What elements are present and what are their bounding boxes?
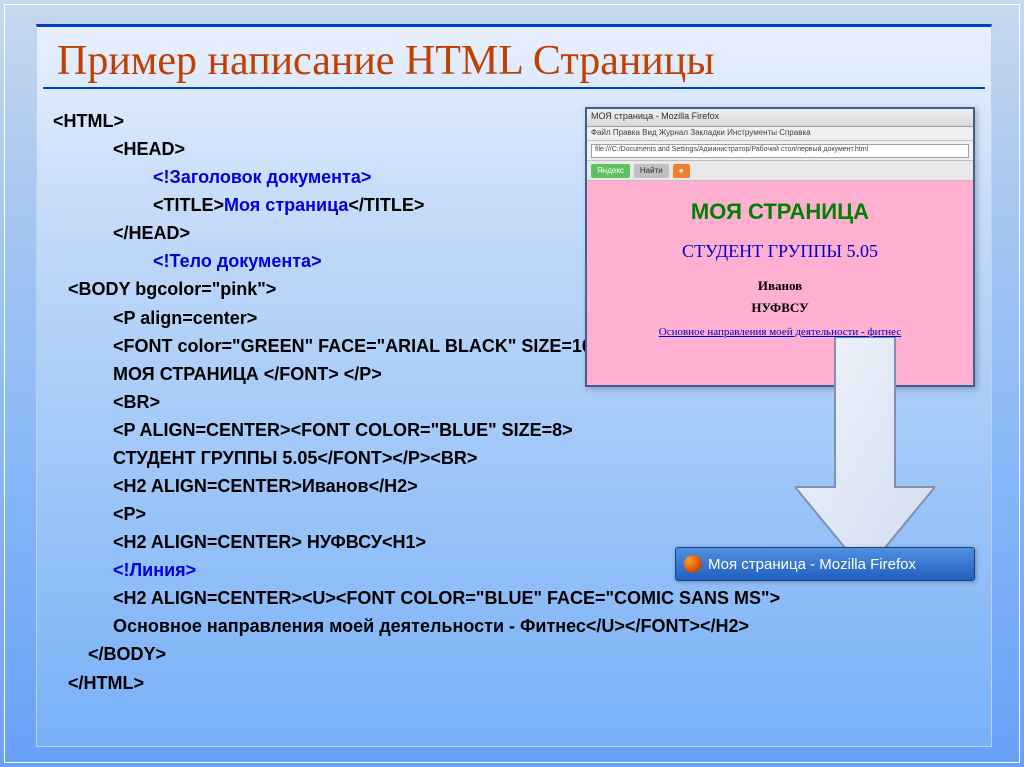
- page-org: НУФВСУ: [587, 300, 973, 316]
- code-line: <H2 ALIGN=CENTER><U><FONT COLOR="BLUE" F…: [113, 588, 780, 608]
- code-line: </BODY>: [88, 644, 166, 664]
- code-line: </HTML>: [68, 673, 144, 693]
- page-heading: МОЯ СТРАНИЦА: [587, 199, 973, 225]
- code-line: <HTML>: [53, 111, 124, 131]
- code-line: <H2 ALIGN=CENTER>Иванов</H2>: [113, 476, 418, 496]
- code-line: <P ALIGN=CENTER><FONT COLOR="BLUE" SIZE=…: [113, 420, 573, 440]
- browser-menubar: Файл Правка Вид Журнал Закладки Инструме…: [587, 127, 973, 141]
- code-line: <P>: [113, 504, 146, 524]
- toolbar-button[interactable]: Найти: [634, 164, 669, 178]
- toolbar-button[interactable]: Яндекс: [591, 164, 630, 178]
- code-line: </TITLE>: [348, 195, 424, 215]
- toolbar-button[interactable]: ●: [673, 164, 690, 178]
- page-link[interactable]: Основное направления моей деятельности -…: [587, 326, 973, 338]
- code-line: Основное направления моей деятельности -…: [113, 616, 749, 636]
- title-underline: [43, 87, 985, 89]
- code-line: <H2 ALIGN=CENTER> НУФВСУ<H1>: [113, 532, 426, 552]
- code-line: <HEAD>: [113, 139, 185, 159]
- browser-toolbar2: Яндекс Найти ●: [587, 161, 973, 181]
- browser-toolbar: file:///C:/Documents and Settings/Админи…: [587, 141, 973, 161]
- code-line: <BR>: [113, 392, 160, 412]
- code-line: СТУДЕНТ ГРУППЫ 5.05</FONT></P><BR>: [113, 448, 477, 468]
- code-comment: <!Заголовок документа>: [153, 167, 371, 187]
- taskbar-label: Моя страница - Mozilla Firefox: [708, 556, 916, 573]
- browser-window: МОЯ страница - Mozilla Firefox Файл Прав…: [585, 107, 975, 387]
- code-line: </HEAD>: [113, 223, 190, 243]
- code-line: <P align=center>: [113, 308, 257, 328]
- browser-address[interactable]: file:///C:/Documents and Settings/Админи…: [591, 144, 969, 158]
- code-line: <TITLE>: [153, 195, 224, 215]
- code-text: Моя страница: [224, 195, 348, 215]
- code-line: <BODY bgcolor="pink">: [68, 279, 276, 299]
- slide-title: Пример написание HTML Страницы: [37, 27, 991, 87]
- slide-content: <HTML> <HEAD> <!Заголовок документа> <TI…: [53, 107, 975, 736]
- taskbar-button[interactable]: Моя страница - Mozilla Firefox: [675, 547, 975, 581]
- browser-titlebar: МОЯ страница - Mozilla Firefox: [587, 109, 973, 127]
- code-comment: <!Линия>: [113, 560, 196, 580]
- firefox-icon: [684, 555, 702, 573]
- browser-viewport: МОЯ СТРАНИЦА СТУДЕНТ ГРУППЫ 5.05 Иванов …: [587, 181, 973, 385]
- slide-frame: Пример написание HTML Страницы <HTML> <H…: [36, 24, 992, 747]
- code-line: <FONT color="GREEN" FACE="ARIAL BLACK" S…: [113, 336, 602, 356]
- code-line: МОЯ СТРАНИЦА </FONT> </P>: [113, 364, 382, 384]
- page-subheading: СТУДЕНТ ГРУППЫ 5.05: [587, 241, 973, 262]
- page-name: Иванов: [587, 278, 973, 294]
- code-comment: <!Тело документа>: [153, 251, 322, 271]
